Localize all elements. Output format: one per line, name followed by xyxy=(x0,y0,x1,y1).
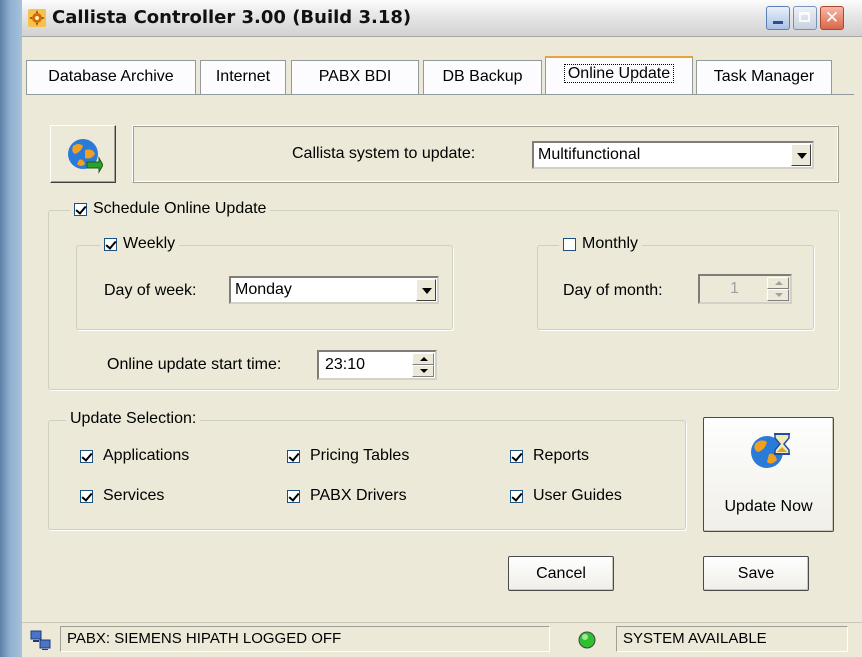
arrow-down-icon xyxy=(420,369,428,373)
tab-label: Database Archive xyxy=(48,68,174,85)
schedule-label: Schedule Online Update xyxy=(93,200,267,217)
checkbox-icon xyxy=(510,489,523,503)
tab-label: Task Manager xyxy=(713,68,815,85)
day-of-week-dropdown[interactable]: Monday xyxy=(229,276,439,304)
tab-label: PABX BDI xyxy=(318,68,392,85)
pabx-drivers-checkbox[interactable]: PABX Drivers xyxy=(287,487,407,505)
checkbox-label: Reports xyxy=(533,447,590,464)
close-button[interactable]: ✕ xyxy=(820,6,844,30)
system-select-label: Callista system to update: xyxy=(292,145,476,162)
monthly-checkbox[interactable]: Monthly xyxy=(559,235,643,253)
day-of-week-value: Monday xyxy=(235,281,292,298)
checkbox-label: Services xyxy=(103,487,165,504)
title-bar[interactable]: Callista Controller 3.00 (Build 3.18) ✕ xyxy=(22,0,862,37)
pabx-status-text: PABX: SIEMENS HIPATH LOGGED OFF xyxy=(67,630,342,647)
tab-pabx-bdi[interactable]: PABX BDI xyxy=(291,60,419,94)
checkbox-icon xyxy=(104,237,117,251)
day-of-week-label: Day of week: xyxy=(104,282,197,299)
globe-hourglass-icon xyxy=(751,433,790,468)
arrow-up-icon xyxy=(420,357,428,361)
tab-internet[interactable]: Internet xyxy=(200,60,286,94)
day-of-month-value: 1 xyxy=(730,280,739,297)
update-selection-label: Update Selection: xyxy=(66,410,201,428)
update-selection-title: Update Selection: xyxy=(70,410,197,427)
services-checkbox[interactable]: Services xyxy=(80,487,164,505)
arrow-down-icon xyxy=(775,293,783,297)
network-computers-icon xyxy=(30,630,51,650)
checkbox-icon xyxy=(510,449,523,463)
chevron-down-icon xyxy=(797,153,807,159)
dropdown-button[interactable] xyxy=(416,279,436,301)
maximize-icon xyxy=(799,12,810,22)
pabx-status-pane: PABX: SIEMENS HIPATH LOGGED OFF xyxy=(60,626,550,652)
minimize-button[interactable] xyxy=(766,6,790,30)
checkbox-label: User Guides xyxy=(533,487,622,504)
save-button[interactable]: Save xyxy=(703,556,809,591)
reports-checkbox[interactable]: Reports xyxy=(510,447,589,465)
spin-down-button[interactable] xyxy=(767,289,789,301)
system-select-value: Multifunctional xyxy=(538,146,641,163)
system-status-text: SYSTEM AVAILABLE xyxy=(623,630,767,647)
checkbox-label: Pricing Tables xyxy=(310,447,410,464)
tab-label: Internet xyxy=(215,68,271,85)
applications-checkbox[interactable]: Applications xyxy=(80,447,189,465)
app-gear-icon xyxy=(28,9,46,27)
tab-db-backup[interactable]: DB Backup xyxy=(423,60,542,94)
tab-label: DB Backup xyxy=(442,68,523,85)
tab-database-archive[interactable]: Database Archive xyxy=(26,60,196,94)
day-of-month-spinner[interactable]: 1 xyxy=(698,274,792,304)
chevron-down-icon xyxy=(422,288,432,294)
start-time-spinner[interactable]: 23:10 xyxy=(317,350,437,380)
system-select-dropdown[interactable]: Multifunctional xyxy=(532,141,814,169)
spin-up-button[interactable] xyxy=(412,353,434,365)
checkbox-label: Applications xyxy=(103,447,190,464)
checkbox-icon xyxy=(80,489,93,503)
schedule-checkbox[interactable]: Schedule Online Update xyxy=(70,200,271,218)
tab-strip: Database Archive Internet PABX BDI DB Ba… xyxy=(22,56,862,96)
start-time-label: Online update start time: xyxy=(107,356,282,373)
day-of-month-label: Day of month: xyxy=(563,282,663,299)
user-guides-checkbox[interactable]: User Guides xyxy=(510,487,622,505)
pricing-tables-checkbox[interactable]: Pricing Tables xyxy=(287,447,409,465)
checkbox-label: PABX Drivers xyxy=(310,487,407,504)
system-status-pane: SYSTEM AVAILABLE xyxy=(616,626,848,652)
checkbox-icon xyxy=(287,449,300,463)
status-bar: PABX: SIEMENS HIPATH LOGGED OFF SYSTEM A… xyxy=(22,622,862,657)
close-icon: ✕ xyxy=(824,8,840,28)
main-window: Callista Controller 3.00 (Build 3.18) ✕ … xyxy=(22,0,862,657)
start-time-value: 23:10 xyxy=(325,356,366,373)
status-led-icon xyxy=(578,631,596,649)
monthly-label: Monthly xyxy=(582,235,639,252)
tab-online-update[interactable]: Online Update xyxy=(545,56,693,94)
window-title: Callista Controller 3.00 (Build 3.18) xyxy=(52,7,412,28)
tab-panel-border xyxy=(26,94,854,95)
globe-update-button[interactable] xyxy=(50,125,116,183)
cancel-button[interactable]: Cancel xyxy=(508,556,614,591)
tab-task-manager[interactable]: Task Manager xyxy=(696,60,832,94)
update-selection-group xyxy=(48,420,686,530)
weekly-checkbox[interactable]: Weekly xyxy=(100,235,180,253)
maximize-button[interactable] xyxy=(793,6,817,30)
globe-arrow-icon xyxy=(68,139,103,174)
minimize-icon xyxy=(773,21,783,24)
weekly-label: Weekly xyxy=(123,235,176,252)
checkbox-icon xyxy=(563,237,576,251)
arrow-up-icon xyxy=(775,281,783,285)
dropdown-button[interactable] xyxy=(791,144,811,166)
update-now-button[interactable]: Update Now xyxy=(703,417,834,532)
spin-down-button[interactable] xyxy=(412,365,434,377)
tab-label: Online Update xyxy=(563,64,675,83)
update-now-label: Update Now xyxy=(724,498,813,515)
spin-up-button[interactable] xyxy=(767,277,789,289)
checkbox-icon xyxy=(80,449,93,463)
checkbox-icon xyxy=(74,202,87,216)
checkbox-icon xyxy=(287,489,300,503)
